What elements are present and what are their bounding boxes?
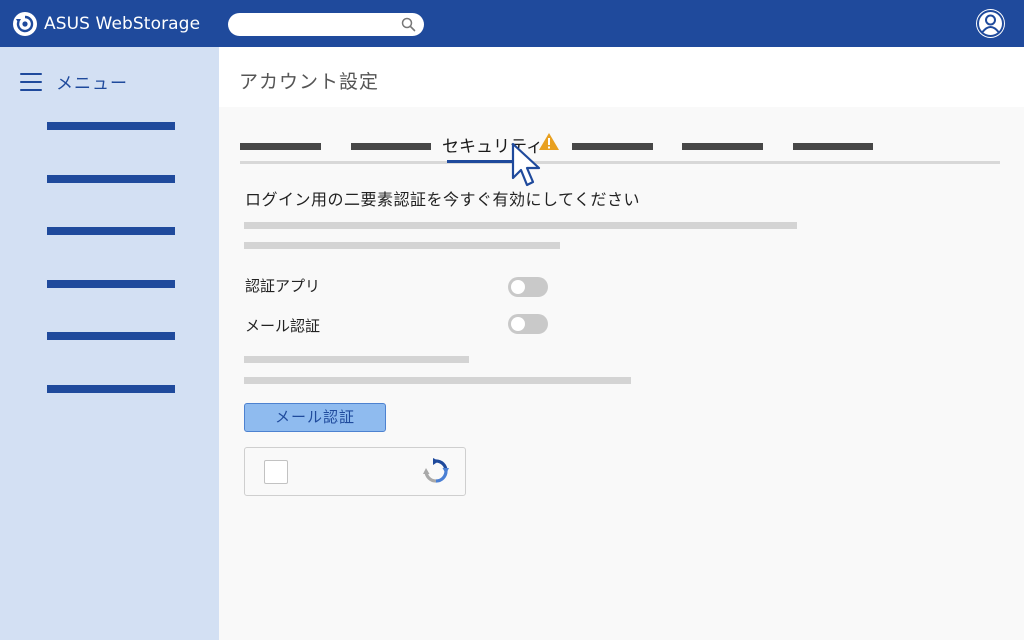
toggle-knob [511, 317, 525, 331]
app-logo[interactable]: ASUS WebStorage [12, 11, 200, 37]
sidebar-item[interactable] [47, 122, 175, 130]
menu-toggle[interactable]: メニュー [20, 69, 128, 94]
recaptcha-icon [423, 458, 449, 483]
email-auth-button[interactable]: メール認証 [244, 403, 386, 432]
search-input[interactable] [228, 13, 424, 36]
webstorage-logo-icon [13, 12, 37, 36]
tab-placeholder[interactable] [572, 143, 653, 150]
authenticator-app-toggle[interactable] [508, 277, 548, 297]
authenticator-app-label: 認証アプリ [245, 277, 321, 295]
captcha-checkbox[interactable] [264, 460, 288, 484]
tab-placeholder[interactable] [682, 143, 763, 150]
tab-bar [240, 161, 1000, 164]
sidebar-item[interactable] [47, 227, 175, 235]
sidebar-item[interactable] [47, 332, 175, 340]
placeholder-text-line [244, 242, 560, 249]
sidebar-item[interactable] [47, 385, 175, 393]
top-bar: ASUS WebStorage [0, 0, 1024, 47]
page-header: アカウント設定 [219, 47, 1024, 107]
app-name: ASUS WebStorage [44, 14, 201, 34]
page-title: アカウント設定 [239, 71, 380, 93]
email-auth-toggle[interactable] [508, 314, 548, 334]
hamburger-menu-icon[interactable] [20, 72, 42, 91]
placeholder-text-line [244, 377, 631, 384]
two-factor-headline: ログイン用の二要素認証を今すぐ有効にしてください [245, 190, 641, 209]
search-icon[interactable] [401, 17, 416, 32]
placeholder-text-line [244, 356, 469, 363]
mouse-cursor-icon [511, 142, 541, 187]
sidebar: メニュー [0, 47, 219, 640]
user-account-icon[interactable] [975, 8, 1006, 39]
tab-placeholder[interactable] [351, 143, 431, 150]
tab-placeholder[interactable] [240, 143, 321, 150]
email-auth-label: メール認証 [245, 317, 321, 335]
toggle-knob [511, 280, 525, 294]
tab-placeholder[interactable] [793, 143, 873, 150]
active-tab-indicator [447, 160, 517, 163]
sidebar-item[interactable] [47, 175, 175, 183]
menu-label: メニュー [56, 74, 128, 94]
captcha-widget [244, 447, 466, 496]
placeholder-text-line [244, 222, 797, 229]
sidebar-item[interactable] [47, 280, 175, 288]
